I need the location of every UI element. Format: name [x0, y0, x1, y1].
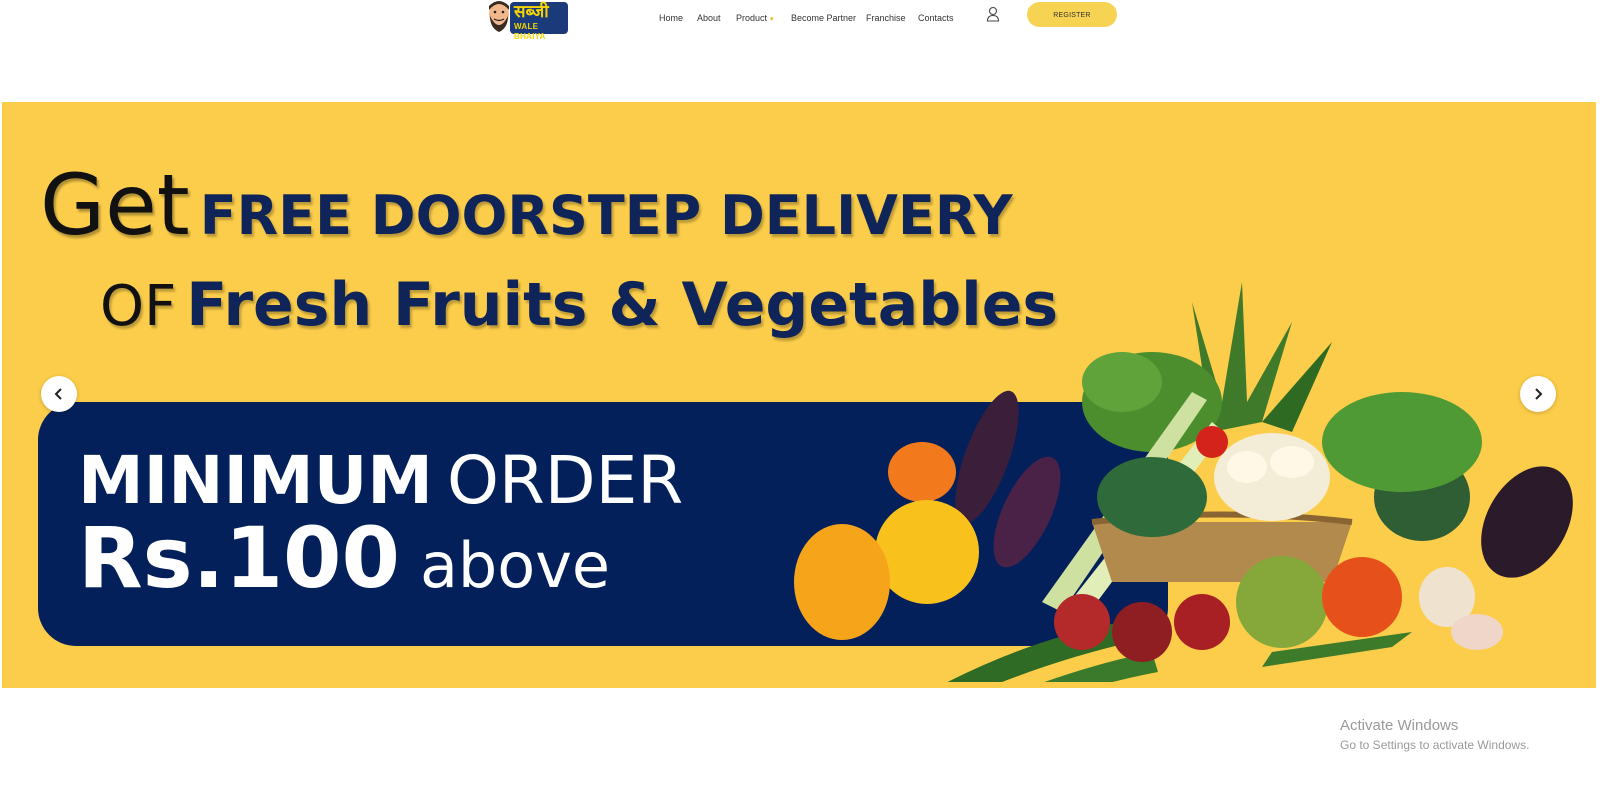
register-button[interactable]: REGISTER: [1027, 2, 1117, 27]
carousel-prev-button[interactable]: [41, 376, 77, 412]
order-text: ORDER: [446, 442, 684, 519]
nav-product-label: Product: [736, 13, 768, 23]
chevron-right-icon: [1535, 388, 1543, 400]
amount-line: Rs.100 above: [78, 510, 610, 630]
watermark-title: Activate Windows: [1340, 717, 1459, 734]
minimum-text: MINIMUM: [78, 442, 433, 519]
headline-line-1: Get FREE DOORSTEP DELIVERY: [40, 156, 1013, 254]
chevron-left-icon: [54, 388, 62, 400]
top-navigation-bar: सब्जी WALE BHAIYA Home About Product ▾ Be…: [0, 0, 1600, 41]
carousel-next-button[interactable]: [1520, 376, 1556, 412]
activate-windows-watermark: Activate Windows Go to Settings to activ…: [1340, 716, 1529, 754]
nav-become-partner[interactable]: Become Partner: [791, 10, 856, 26]
above-text: above: [419, 529, 611, 602]
nav-home[interactable]: Home: [659, 10, 683, 26]
logo-text: सब्जी: [514, 2, 549, 22]
vegetables-image: [794, 282, 1573, 682]
user-icon[interactable]: [986, 6, 1000, 22]
nav-about[interactable]: About: [697, 10, 721, 26]
nav-product[interactable]: Product ▾: [736, 10, 774, 28]
nav-franchise[interactable]: Franchise: [866, 10, 906, 26]
headline-of: OF: [100, 274, 177, 339]
headline-get: Get: [40, 156, 190, 254]
amount-text: Rs.100: [78, 509, 400, 607]
chevron-down-icon: ▾: [770, 16, 774, 23]
logo-subtext: WALE BHAIYA: [514, 22, 546, 41]
nav-contacts[interactable]: Contacts: [918, 10, 954, 26]
mascot-face-icon: [489, 1, 509, 32]
hero-banner: Get FREE DOORSTEP DELIVERY OF Fresh Fruits…: [2, 102, 1596, 688]
logo-badge: सब्जी WALE BHAIYA: [510, 2, 568, 41]
brand-logo[interactable]: सब्जी WALE BHAIYA: [486, 0, 572, 41]
watermark-subtitle: Go to Settings to activate Windows.: [1340, 738, 1530, 752]
headline-free-delivery: FREE DOORSTEP DELIVERY: [199, 184, 1013, 247]
